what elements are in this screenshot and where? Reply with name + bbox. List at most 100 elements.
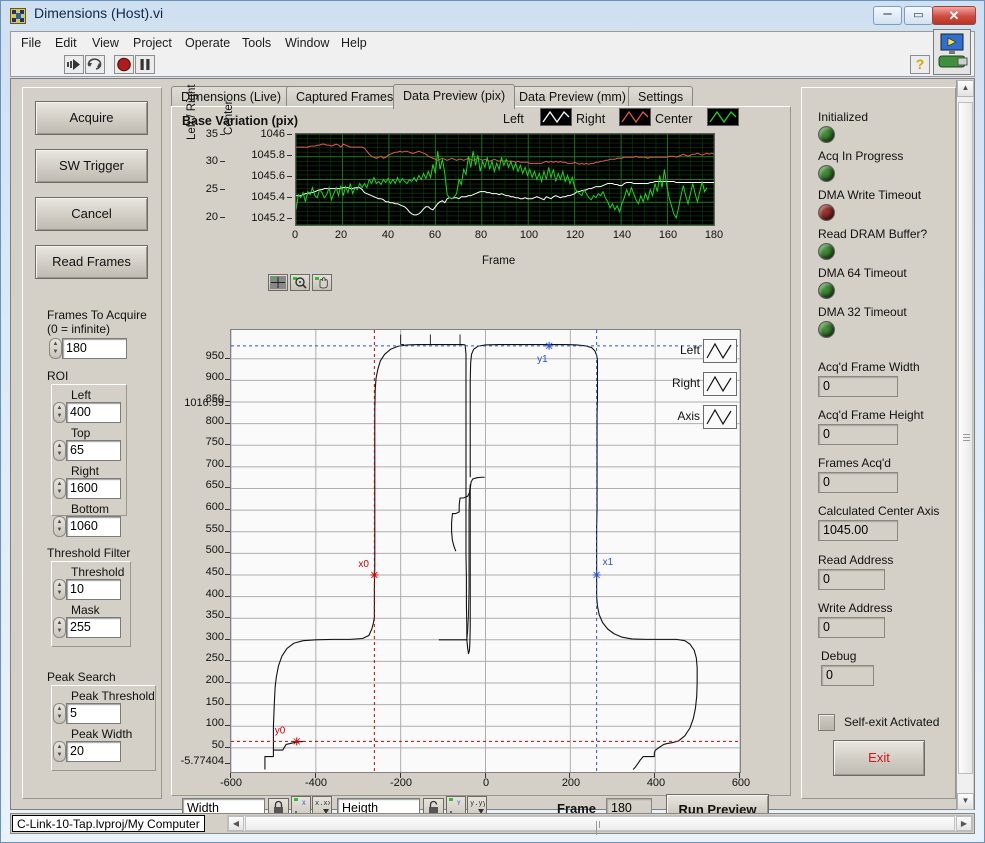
roi-left-input[interactable]: 400 bbox=[66, 402, 121, 423]
xy-legend-axis-swatch[interactable] bbox=[703, 405, 737, 429]
frames-acqd-indicator: 0 bbox=[818, 472, 898, 493]
run-arrow-icon[interactable] bbox=[64, 55, 84, 74]
profile-preview-graph[interactable]: x0 y0 x1 y1 Left Right Axis bbox=[230, 329, 741, 773]
menu-project[interactable]: Project bbox=[127, 35, 178, 52]
roi-left-stepper[interactable]: ▲ ▼ bbox=[53, 402, 66, 423]
roi-bottom-stepper[interactable]: ▲ ▼ bbox=[53, 516, 66, 537]
vi-connector-icon[interactable] bbox=[933, 29, 971, 75]
peak-threshold-stepper[interactable]: ▲ ▼ bbox=[53, 703, 66, 724]
menu-help[interactable]: Help bbox=[335, 35, 373, 52]
self-exit-checkbox[interactable] bbox=[818, 714, 835, 731]
panel-vertical-scrollbar[interactable]: ▲ ▼ bbox=[956, 80, 974, 810]
stepper-down-icon[interactable]: ▼ bbox=[56, 628, 63, 634]
legend-center-swatch[interactable] bbox=[707, 108, 739, 126]
stepper-up-icon[interactable]: ▲ bbox=[56, 443, 63, 449]
roi-right-input[interactable]: 1600 bbox=[66, 478, 121, 499]
stepper-up-icon[interactable]: ▲ bbox=[52, 341, 59, 347]
close-button[interactable]: ✕ bbox=[932, 6, 976, 25]
zoom-magnifier-icon[interactable] bbox=[290, 274, 310, 291]
stepper-up-icon[interactable]: ▲ bbox=[56, 706, 63, 712]
pan-hand-icon[interactable] bbox=[312, 274, 332, 291]
peak-width-label: Peak Width bbox=[71, 727, 133, 741]
context-help-button[interactable]: ? bbox=[910, 55, 930, 74]
hscroll-thumb[interactable] bbox=[245, 816, 955, 835]
scroll-down-arrow[interactable]: ▼ bbox=[957, 793, 974, 810]
xy-legend-left-swatch[interactable] bbox=[703, 339, 737, 363]
hscroll-grip-icon bbox=[596, 821, 604, 835]
xy-legend-row-axis[interactable]: Axis bbox=[644, 402, 740, 435]
chart1-xlabel-160: 160 bbox=[658, 229, 678, 241]
stepper-up-icon[interactable]: ▲ bbox=[56, 582, 63, 588]
threshold-stepper[interactable]: ▲ ▼ bbox=[53, 579, 66, 600]
xy-legend-right-label: Right bbox=[671, 376, 700, 390]
peak-width-input[interactable]: 20 bbox=[66, 741, 121, 762]
stepper-down-icon[interactable]: ▼ bbox=[56, 527, 63, 533]
peak-threshold-input[interactable]: 5 bbox=[66, 703, 121, 724]
xy-ylabel-950: 950 bbox=[205, 349, 224, 362]
frames-to-acquire-input[interactable]: 180 bbox=[62, 338, 127, 359]
xy-legend-row-right[interactable]: Right bbox=[644, 369, 740, 402]
exit-button[interactable]: Exit bbox=[833, 740, 925, 776]
menu-tools[interactable]: Tools bbox=[236, 35, 277, 52]
menu-view[interactable]: View bbox=[86, 35, 125, 52]
chart1-xlabel-120: 120 bbox=[565, 229, 585, 241]
xy-ylabel-300: 300 bbox=[205, 630, 224, 643]
title-bar: Dimensions (Host).vi – ▭ ✕ bbox=[1, 1, 984, 30]
maximize-button[interactable]: ▭ bbox=[904, 6, 933, 25]
xy-legend-row-left[interactable]: Left bbox=[644, 336, 740, 369]
sw-trigger-button[interactable]: SW Trigger bbox=[35, 149, 148, 183]
stepper-down-icon[interactable]: ▼ bbox=[52, 349, 59, 355]
tab-settings[interactable]: Settings bbox=[628, 86, 694, 108]
scroll-thumb[interactable] bbox=[958, 102, 973, 774]
stepper-up-icon[interactable]: ▲ bbox=[56, 519, 63, 525]
stepper-down-icon[interactable]: ▼ bbox=[56, 590, 63, 596]
minimize-button[interactable]: – bbox=[873, 6, 902, 25]
scroll-left-arrow[interactable]: ◀ bbox=[228, 816, 244, 831]
horizontal-scrollbar[interactable]: ◀ ▶ bbox=[227, 815, 973, 835]
threshold-input[interactable]: 10 bbox=[66, 579, 121, 600]
cursor-crosshair-icon[interactable] bbox=[268, 274, 288, 291]
tab-captured-frames[interactable]: Captured Frames bbox=[286, 86, 404, 108]
tab-data-preview-pix[interactable]: Data Preview (pix) bbox=[393, 84, 516, 109]
roi-top-input[interactable]: 65 bbox=[66, 440, 121, 461]
stepper-down-icon[interactable]: ▼ bbox=[56, 413, 63, 419]
xy-legend-right-swatch[interactable] bbox=[703, 372, 737, 396]
stepper-up-icon[interactable]: ▲ bbox=[56, 620, 63, 626]
chart1-ltick-25 bbox=[220, 189, 225, 190]
pause-icon[interactable] bbox=[135, 55, 155, 74]
stepper-up-icon[interactable]: ▲ bbox=[56, 744, 63, 750]
menu-file[interactable]: File bbox=[15, 35, 47, 52]
xy-ylabel-450: 450 bbox=[205, 565, 224, 578]
base-variation-plot-area[interactable] bbox=[295, 133, 715, 226]
stepper-up-icon[interactable]: ▲ bbox=[56, 405, 63, 411]
roi-bottom-input[interactable]: 1060 bbox=[66, 516, 121, 537]
mask-stepper[interactable]: ▲ ▼ bbox=[53, 617, 66, 638]
legend-right-swatch[interactable] bbox=[619, 108, 651, 126]
menu-edit[interactable]: Edit bbox=[49, 35, 83, 52]
stepper-down-icon[interactable]: ▼ bbox=[56, 752, 63, 758]
frames-to-acquire-stepper[interactable]: ▲ ▼ bbox=[49, 338, 62, 359]
dma-write-timeout-label: DMA Write Timeout bbox=[818, 188, 922, 202]
menu-operate[interactable]: Operate bbox=[179, 35, 236, 52]
read-frames-button[interactable]: Read Frames bbox=[35, 245, 148, 279]
chart1-ltick-35 bbox=[220, 134, 225, 135]
peak-width-stepper[interactable]: ▲ ▼ bbox=[53, 741, 66, 762]
run-continuously-icon[interactable] bbox=[85, 55, 105, 74]
calculated-center-axis-label: Calculated Center Axis bbox=[818, 504, 940, 518]
stepper-down-icon[interactable]: ▼ bbox=[56, 451, 63, 457]
cancel-button[interactable]: Cancel bbox=[35, 197, 148, 231]
tab-data-preview-mm[interactable]: Data Preview (mm) bbox=[509, 86, 636, 108]
mask-input[interactable]: 255 bbox=[66, 617, 121, 638]
xy-ylabel-100: 100 bbox=[205, 717, 224, 730]
menu-window[interactable]: Window bbox=[279, 35, 335, 52]
legend-left-swatch[interactable] bbox=[540, 108, 572, 126]
roi-right-stepper[interactable]: ▲ ▼ bbox=[53, 478, 66, 499]
stepper-up-icon[interactable]: ▲ bbox=[56, 481, 63, 487]
abort-stop-icon[interactable] bbox=[114, 55, 134, 74]
acquire-button[interactable]: Acquire bbox=[35, 101, 148, 135]
scroll-right-arrow[interactable]: ▶ bbox=[956, 816, 972, 831]
roi-top-stepper[interactable]: ▲ ▼ bbox=[53, 440, 66, 461]
scroll-up-arrow[interactable]: ▲ bbox=[957, 80, 974, 97]
stepper-down-icon[interactable]: ▼ bbox=[56, 714, 63, 720]
stepper-down-icon[interactable]: ▼ bbox=[56, 489, 63, 495]
